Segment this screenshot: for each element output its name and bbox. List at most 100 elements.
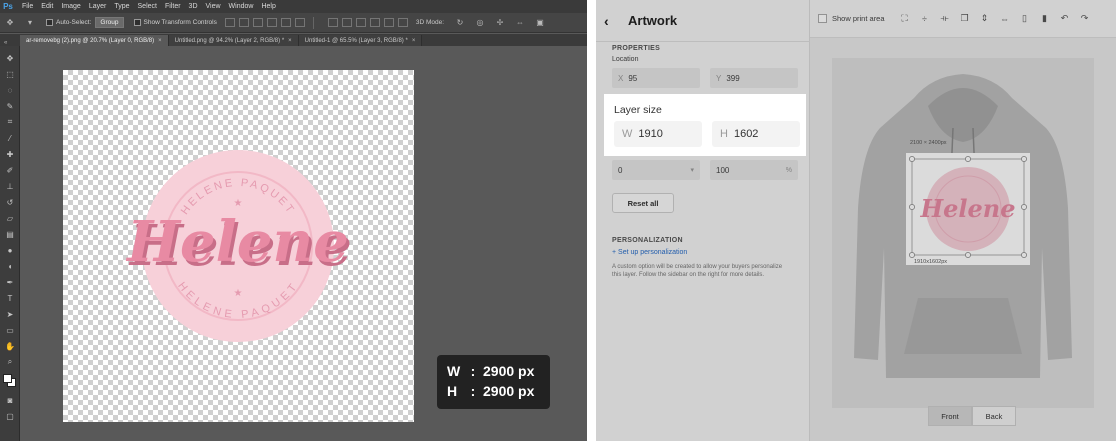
- flip-horizontal-icon[interactable]: ⇔: [997, 11, 1013, 27]
- resize-handle[interactable]: [909, 156, 915, 162]
- align-left-icon[interactable]: [266, 18, 277, 27]
- duplicate-icon[interactable]: ❐: [957, 11, 973, 27]
- document-tab[interactable]: ar-removebg (2).png @ 20.7% (Layer 0, RG…: [20, 35, 169, 46]
- dropdown-arrow-icon[interactable]: ▾: [23, 18, 37, 28]
- ps-menu-filter[interactable]: Filter: [165, 3, 181, 10]
- flip-vertical-icon[interactable]: ⇕: [977, 11, 993, 27]
- eyedropper-tool-icon[interactable]: ⁄: [3, 132, 17, 144]
- artwork-toolbar: Show print area ⛶ ÷ ⟛ ❐ ⇕ ⇔ ▯ ▮ ↶ ↷: [810, 0, 1116, 38]
- distribute-top-icon[interactable]: [327, 18, 338, 27]
- location-y-field[interactable]: Y 399: [710, 68, 798, 88]
- artwork-sidebar: ‹ Artwork PROPERTIES Location X 95 Y 399…: [596, 0, 810, 441]
- 3d-roll-icon[interactable]: ◎: [473, 18, 487, 28]
- clone-stamp-tool-icon[interactable]: ⊥: [3, 180, 17, 192]
- layer-height-field[interactable]: H 1602: [712, 121, 800, 147]
- 3d-scale-icon[interactable]: ▣: [533, 18, 547, 28]
- screen-mode-icon[interactable]: ▢: [3, 410, 17, 422]
- center-vertical-icon[interactable]: ÷: [917, 11, 933, 27]
- align-vcenter-icon[interactable]: [238, 18, 249, 27]
- front-view-button[interactable]: Front: [928, 406, 972, 426]
- resize-handle[interactable]: [1021, 156, 1027, 162]
- personalization-help-text: A custom option will be created to allow…: [612, 264, 783, 278]
- fit-icon[interactable]: ⛶: [897, 11, 913, 27]
- resize-handle[interactable]: [1021, 252, 1027, 258]
- ps-document-canvas[interactable]: HELENE PAQUET HELENE PAQUET ★ ★ Helene H…: [63, 70, 414, 422]
- ps-menu-3d[interactable]: 3D: [189, 3, 198, 10]
- shape-tool-icon[interactable]: ▭: [3, 324, 17, 336]
- location-x-field[interactable]: X 95: [612, 68, 700, 88]
- close-icon[interactable]: ×: [158, 38, 162, 44]
- distribute-hcenter-icon[interactable]: [383, 18, 394, 27]
- resize-handle[interactable]: [909, 204, 915, 210]
- ps-menu-help[interactable]: Help: [261, 3, 275, 10]
- ps-menu-edit[interactable]: Edit: [41, 3, 53, 10]
- type-tool-icon[interactable]: T: [3, 292, 17, 304]
- hud-colon: :: [470, 383, 476, 399]
- foreground-color-swatch[interactable]: [3, 374, 12, 383]
- blur-tool-icon[interactable]: ●: [3, 244, 17, 256]
- align-bottom-icon[interactable]: [252, 18, 263, 27]
- crop-tool-icon[interactable]: ⌗: [3, 116, 17, 128]
- resize-handle[interactable]: [909, 252, 915, 258]
- history-brush-tool-icon[interactable]: ↺: [3, 196, 17, 208]
- ps-menu-select[interactable]: Select: [138, 3, 157, 10]
- chevron-left-icon[interactable]: ‹: [604, 13, 628, 29]
- ps-menu-window[interactable]: Window: [229, 3, 254, 10]
- reset-all-button[interactable]: Reset all: [612, 193, 674, 213]
- resize-handle[interactable]: [965, 156, 971, 162]
- undo-icon[interactable]: ↶: [1057, 11, 1073, 27]
- brush-tool-icon[interactable]: ✐: [3, 164, 17, 176]
- eraser-tool-icon[interactable]: ▱: [3, 212, 17, 224]
- rotation-field[interactable]: 0 ▾: [612, 160, 700, 180]
- transform-controls-checkbox[interactable]: [133, 19, 141, 26]
- hoodie-mockup[interactable]: 2100 × 2400px Helene 1910x1602px: [832, 58, 1094, 408]
- document-tab-label: Untitled-1 @ 65.5% (Layer 3, RGB/8) *: [304, 37, 408, 44]
- healing-brush-tool-icon[interactable]: ✚: [3, 148, 17, 160]
- back-view-button[interactable]: Back: [972, 406, 1016, 426]
- pen-tool-icon[interactable]: ✒: [3, 276, 17, 288]
- marquee-tool-icon[interactable]: ⬚: [3, 68, 17, 80]
- 3d-drag-icon[interactable]: ✢: [493, 18, 507, 28]
- ps-menu-view[interactable]: View: [206, 3, 221, 10]
- ps-menu-type[interactable]: Type: [114, 3, 129, 10]
- align-hcenter-icon[interactable]: [280, 18, 291, 27]
- align-top-icon[interactable]: [224, 18, 235, 27]
- auto-select-checkbox[interactable]: [46, 19, 53, 26]
- path-select-tool-icon[interactable]: ➤: [3, 308, 17, 320]
- align-right-icon[interactable]: [294, 18, 305, 27]
- zoom-tool-icon[interactable]: ⌕: [3, 356, 17, 368]
- setup-personalization-link[interactable]: + Set up personalization: [612, 249, 687, 256]
- delete-icon[interactable]: ▯: [1017, 11, 1033, 27]
- trash-icon[interactable]: ▮: [1037, 11, 1053, 27]
- scale-field[interactable]: 100 %: [710, 160, 798, 180]
- close-icon[interactable]: ×: [412, 38, 416, 44]
- document-tab[interactable]: Untitled.png @ 94.2% (Layer 2, RGB/8) * …: [168, 35, 299, 46]
- lasso-tool-icon[interactable]: ◌: [3, 84, 17, 96]
- layer-width-field[interactable]: W 1910: [614, 121, 702, 147]
- ps-menu-image[interactable]: Image: [61, 3, 80, 10]
- center-horizontal-icon[interactable]: ⟛: [937, 11, 953, 27]
- 3d-slide-icon[interactable]: ⇔: [513, 18, 527, 28]
- 3d-rotate-icon[interactable]: ↻: [453, 18, 467, 28]
- resize-handle[interactable]: [965, 252, 971, 258]
- hand-tool-icon[interactable]: ✋: [3, 340, 17, 352]
- distribute-vcenter-icon[interactable]: [341, 18, 352, 27]
- ps-menu-file[interactable]: File: [22, 3, 33, 10]
- resize-handle[interactable]: [1021, 204, 1027, 210]
- quick-mask-icon[interactable]: ◙: [3, 394, 17, 406]
- ps-menu-layer[interactable]: Layer: [89, 3, 107, 10]
- distribute-left-icon[interactable]: [369, 18, 380, 27]
- document-tab[interactable]: Untitled-1 @ 65.5% (Layer 3, RGB/8) * ×: [298, 35, 423, 46]
- distribute-right-icon[interactable]: [397, 18, 408, 27]
- dodge-tool-icon[interactable]: ◖: [3, 260, 17, 272]
- auto-select-dropdown[interactable]: Group: [95, 17, 124, 28]
- redo-icon[interactable]: ↷: [1077, 11, 1093, 27]
- close-icon[interactable]: ×: [288, 38, 292, 44]
- quick-select-tool-icon[interactable]: ✎: [3, 100, 17, 112]
- move-tool-icon[interactable]: ✥: [3, 18, 17, 28]
- gradient-tool-icon[interactable]: ▤: [3, 228, 17, 240]
- ps-menu-bar: Ps File Edit Image Layer Type Select Fil…: [0, 0, 587, 13]
- move-tool-icon[interactable]: ✥: [3, 52, 17, 64]
- distribute-bottom-icon[interactable]: [355, 18, 366, 27]
- print-area-checkbox[interactable]: [818, 14, 827, 23]
